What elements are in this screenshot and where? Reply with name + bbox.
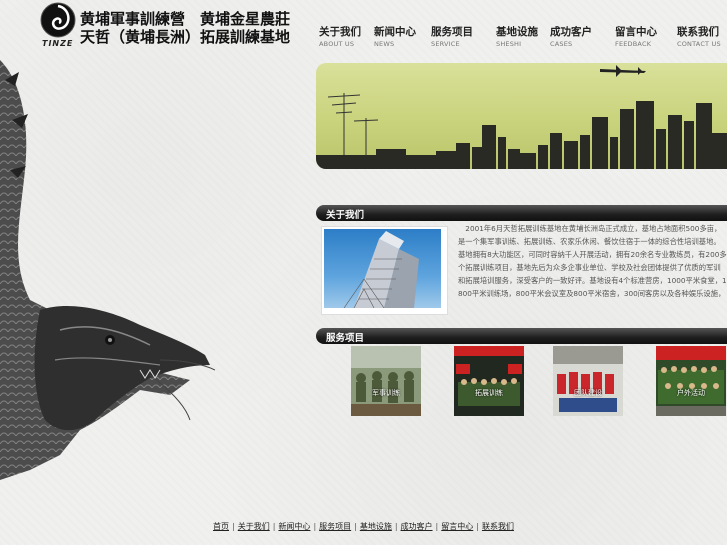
service-photo [656, 346, 726, 416]
about-title: 关于我们 [326, 210, 365, 221]
service-label: 户外活动 [677, 389, 705, 397]
nav-facilities[interactable]: 基地设施 SHESHI [496, 24, 538, 48]
airplane-icon [600, 65, 646, 77]
nav-news[interactable]: 新闻中心 NEWS [374, 24, 416, 48]
logo-swirl-icon [40, 2, 76, 38]
nav-cases[interactable]: 成功客户 CASES [550, 24, 592, 48]
footer-link-service[interactable]: 服务项目 [319, 522, 351, 531]
nav-label: 基地设施 [496, 26, 538, 38]
nav-feedback[interactable]: 留言中心 FEEDBACK [615, 24, 657, 48]
footer-link-news[interactable]: 新闻中心 [278, 522, 310, 531]
nav-about[interactable]: 关于我们 ABOUT US [319, 24, 361, 48]
nav-sublabel: CASES [550, 40, 573, 48]
footer-link-contact[interactable]: 联系我们 [482, 522, 514, 531]
footer-link-facilities[interactable]: 基地设施 [360, 522, 392, 531]
nav-label: 成功客户 [550, 26, 592, 38]
footer-nav: 首页 | 关于我们 | 新闻中心 | 服务项目 | 基地设施 | 成功客户 | 留言中心 | 联系我们 [213, 522, 514, 531]
service-label: 拓展训练 [475, 389, 503, 397]
nav-contact[interactable]: 联系我们 CONTACT US [677, 24, 721, 48]
hero-banner [316, 63, 727, 169]
nav-label: 新闻中心 [374, 26, 416, 38]
nav-label: 关于我们 [319, 26, 361, 38]
nav-service[interactable]: 服务项目 SERVICE [431, 24, 473, 48]
nav-sublabel: ABOUT US [319, 40, 355, 48]
nav-label: 留言中心 [615, 26, 657, 38]
footer-link-feedback[interactable]: 留言中心 [441, 522, 473, 531]
nav-sublabel: NEWS [374, 40, 395, 48]
service-title: 服务项目 [326, 333, 365, 344]
about-text: 2001年6月天哲拓展训练基地在黄埔长洲岛正式成立，基地占地面积500多亩，是一… [458, 224, 727, 298]
logo-english: TINZE [42, 39, 74, 48]
service-item[interactable]: 拓展训练 [454, 346, 524, 416]
service-item[interactable]: 团队建设 [553, 346, 623, 416]
about-photo[interactable] [321, 226, 448, 315]
nav-sublabel: SHESHI [496, 40, 522, 48]
about-section-header: 关于我们 [316, 205, 727, 221]
service-section-header: 服务项目 [316, 328, 727, 344]
dragon-decoration [0, 60, 216, 480]
service-label: 团队建设 [574, 389, 602, 397]
logo-line-2: 天哲（黄埔長洲）拓展訓練基地 [80, 28, 291, 46]
service-item[interactable]: 户外活动 [656, 346, 726, 416]
building-image [343, 231, 419, 308]
nav-sublabel: FEEDBACK [615, 40, 652, 48]
nav-label: 联系我们 [677, 26, 719, 38]
service-photo [351, 346, 421, 416]
service-photo [553, 346, 623, 416]
city-skyline [316, 101, 727, 169]
footer-link-cases[interactable]: 成功客户 [401, 522, 433, 531]
site-logo[interactable]: TINZE 黄埔軍事訓練營 黄埔金星農莊 天哲（黄埔長洲）拓展訓練基地 [38, 2, 290, 52]
service-label: 军事训练 [372, 389, 400, 397]
footer-link-home[interactable]: 首页 [213, 522, 229, 531]
service-gallery: 军事训练 拓展训练 团队建设 户外活动 [316, 345, 727, 417]
nav-label: 服务项目 [431, 26, 473, 38]
service-item[interactable]: 军事训练 [351, 346, 421, 416]
nav-sublabel: SERVICE [431, 40, 460, 48]
main-nav: 关于我们 ABOUT US 新闻中心 NEWS 服务项目 SERVICE 基地设… [316, 24, 727, 48]
service-photo [454, 346, 524, 416]
footer-link-about[interactable]: 关于我们 [238, 522, 270, 531]
nav-sublabel: CONTACT US [677, 40, 721, 48]
